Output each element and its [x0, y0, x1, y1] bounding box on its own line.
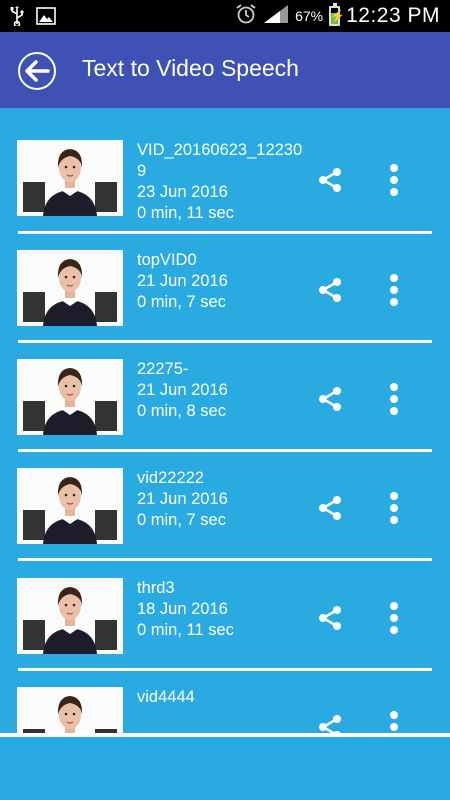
divider [18, 449, 432, 452]
share-button[interactable] [314, 602, 346, 634]
video-info: vid4444 [137, 687, 307, 708]
video-info: vid22222 21 Jun 2016 0 min, 7 sec [137, 468, 307, 531]
share-icon [319, 715, 341, 733]
video-date: 23 Jun 2016 [137, 183, 228, 201]
video-list-item[interactable]: vid4444 [0, 687, 450, 733]
status-bar: 67% ⚡ 12:23 PM [0, 0, 450, 32]
signal-icon [263, 4, 289, 29]
image-icon [36, 7, 56, 30]
video-name: topVID0 [137, 251, 197, 269]
video-date: 21 Jun 2016 [137, 381, 228, 399]
video-date: 18 Jun 2016 [137, 600, 228, 618]
dot-icon [390, 188, 398, 196]
dot-icon [390, 614, 398, 622]
more-options-button[interactable] [382, 488, 406, 528]
dot-icon [390, 298, 398, 306]
share-icon [319, 606, 341, 630]
divider [18, 340, 432, 343]
video-thumbnail[interactable] [17, 250, 123, 326]
video-duration: 0 min, 11 sec [137, 204, 234, 222]
video-info: 22275- 21 Jun 2016 0 min, 8 sec [137, 359, 307, 422]
more-options-button[interactable] [382, 707, 406, 733]
dot-icon [390, 492, 398, 500]
video-list-item[interactable]: 22275- 21 Jun 2016 0 min, 8 sec [0, 359, 450, 469]
dot-icon [390, 602, 398, 610]
dot-icon [390, 274, 398, 282]
video-date: 21 Jun 2016 [137, 272, 228, 290]
share-icon [319, 387, 341, 411]
more-options-button[interactable] [382, 598, 406, 638]
video-date: 21 Jun 2016 [137, 490, 228, 508]
video-thumbnail[interactable] [17, 359, 123, 435]
share-button[interactable] [314, 711, 346, 733]
dot-icon [390, 407, 398, 415]
video-info: thrd3 18 Jun 2016 0 min, 11 sec [137, 578, 307, 641]
video-list[interactable]: VID_20160623_122309 23 Jun 2016 0 min, 1… [0, 108, 450, 733]
share-button[interactable] [314, 274, 346, 306]
video-duration: 0 min, 7 sec [137, 511, 226, 529]
video-duration: 0 min, 8 sec [137, 402, 226, 420]
video-list-item[interactable]: thrd3 18 Jun 2016 0 min, 11 sec [0, 578, 450, 688]
video-list-item[interactable]: topVID0 21 Jun 2016 0 min, 7 sec [0, 250, 450, 360]
app-bar: Text to Video Speech [0, 32, 450, 108]
divider [18, 668, 432, 671]
share-button[interactable] [314, 383, 346, 415]
video-name: VID_20160623_122309 [137, 141, 303, 180]
battery-charging-icon: ⚡ [329, 3, 345, 26]
usb-icon [10, 6, 24, 31]
video-thumbnail[interactable] [17, 687, 123, 733]
dot-icon [390, 286, 398, 294]
dot-icon [390, 176, 398, 184]
video-thumbnail[interactable] [17, 468, 123, 544]
video-name: vid4444 [137, 688, 195, 706]
clock: 12:23 PM [346, 4, 440, 27]
dot-icon [390, 723, 398, 731]
video-name: vid22222 [137, 469, 204, 487]
dot-icon [390, 516, 398, 524]
video-info: topVID0 21 Jun 2016 0 min, 7 sec [137, 250, 307, 313]
share-icon [319, 168, 341, 192]
video-name: thrd3 [137, 579, 175, 597]
back-button[interactable] [18, 52, 56, 90]
share-button[interactable] [314, 492, 346, 524]
bottom-divider [0, 733, 450, 737]
share-button[interactable] [314, 164, 346, 196]
dot-icon [390, 626, 398, 634]
divider [18, 558, 432, 561]
dot-icon [390, 504, 398, 512]
video-list-item[interactable]: vid22222 21 Jun 2016 0 min, 7 sec [0, 468, 450, 578]
video-name: 22275- [137, 360, 189, 378]
dot-icon [390, 395, 398, 403]
more-options-button[interactable] [382, 379, 406, 419]
video-thumbnail[interactable] [17, 578, 123, 654]
dot-icon [390, 164, 398, 172]
share-icon [319, 278, 341, 302]
dot-icon [390, 711, 398, 719]
battery-percent: 67% [295, 8, 324, 24]
back-arrow-icon [25, 60, 50, 82]
divider [18, 231, 432, 234]
share-icon [319, 496, 341, 520]
alarm-icon [235, 3, 257, 30]
video-duration: 0 min, 7 sec [137, 293, 226, 311]
more-options-button[interactable] [382, 270, 406, 310]
video-thumbnail[interactable] [17, 140, 123, 216]
more-options-button[interactable] [382, 160, 406, 200]
video-info: VID_20160623_122309 23 Jun 2016 0 min, 1… [137, 140, 307, 224]
page-title: Text to Video Speech [82, 55, 299, 81]
dot-icon [390, 383, 398, 391]
video-duration: 0 min, 11 sec [137, 621, 234, 639]
